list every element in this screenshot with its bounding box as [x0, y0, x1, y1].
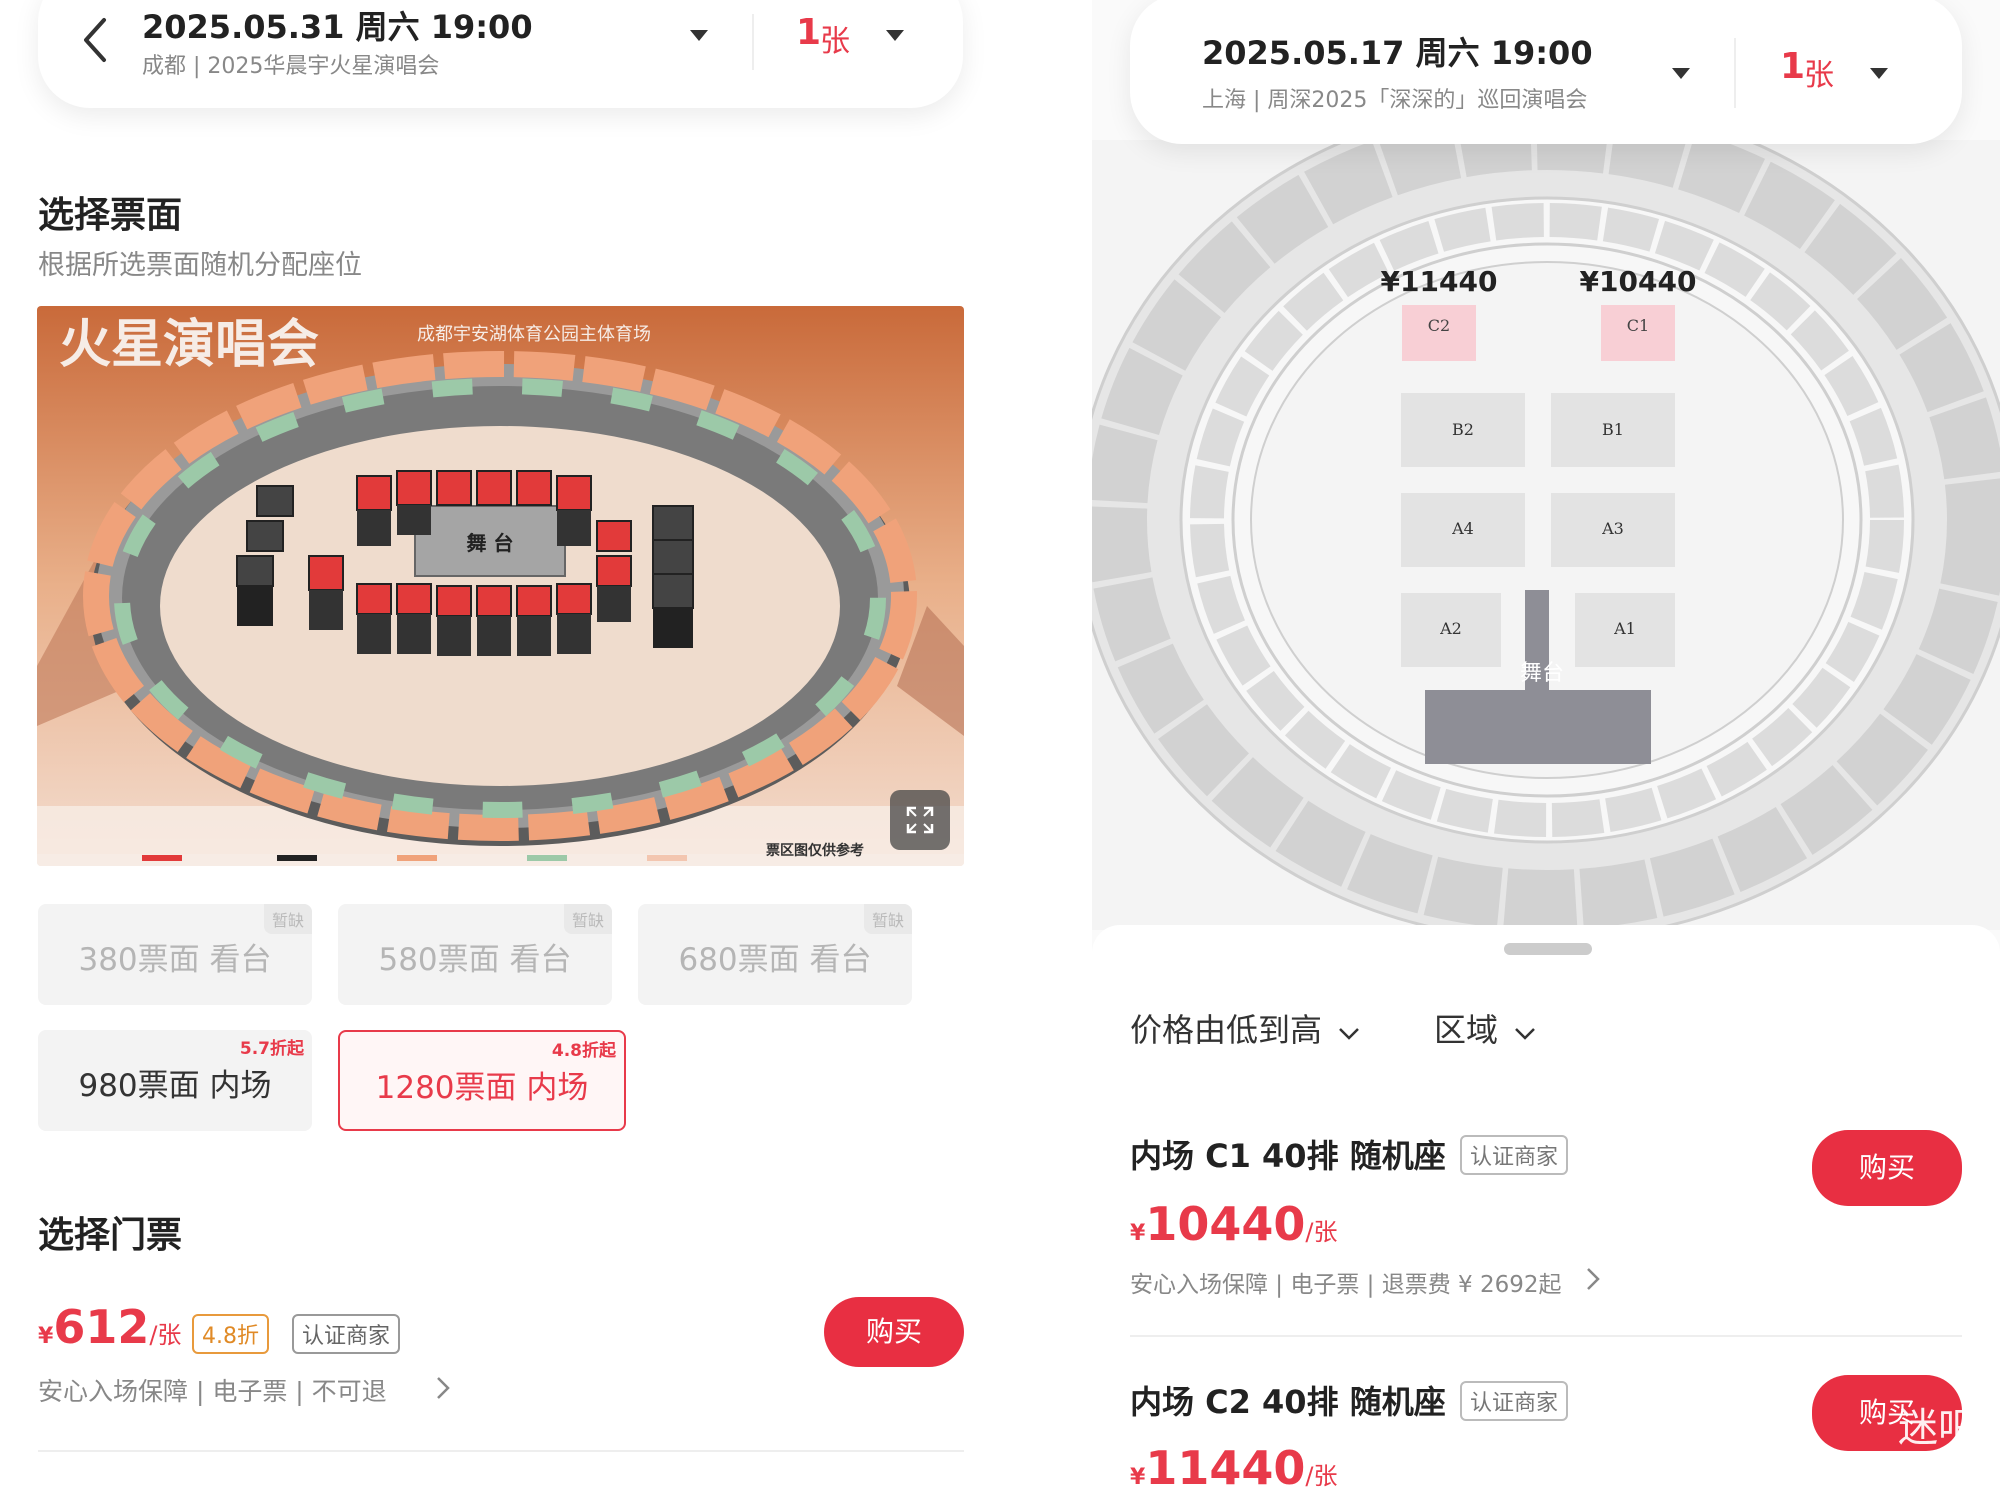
- face-label: 1280票面 内场: [375, 1070, 589, 1106]
- event-header-card[interactable]: 2025.05.31 周六 19:00 成都 | 2025华晨宇火星演唱会 1 …: [38, 0, 963, 108]
- currency-symbol: ¥: [38, 1324, 54, 1349]
- session-dropdown-icon[interactable]: [1672, 68, 1690, 79]
- face-label: 580票面 看台: [378, 942, 572, 978]
- price-unit: /张: [1305, 1462, 1338, 1490]
- watermark: 迷吧: [1898, 1405, 1978, 1451]
- ticket-price: ¥612/张: [38, 1300, 181, 1354]
- sold-out-tag: 暂缺: [863, 904, 912, 934]
- currency-symbol: ¥: [1130, 1465, 1146, 1490]
- stage-label: 舞台: [1520, 661, 1564, 686]
- seat-map-graphic: C2 C1 ¥11440 ¥10440 B2 B1 A4 A3 A2 A1 舞台: [1092, 140, 2000, 930]
- map-reference-note: 票区图仅供参考: [766, 843, 864, 859]
- face-980-button[interactable]: 980票面 内场 5.7折起: [38, 1030, 312, 1131]
- face-380-button[interactable]: 380票面 看台 暂缺: [38, 904, 312, 1005]
- chevron-right-icon[interactable]: [1586, 1267, 1600, 1291]
- list-divider: [38, 1450, 964, 1452]
- price-unit: /张: [149, 1321, 182, 1349]
- face-label: 380票面 看台: [78, 942, 272, 978]
- certified-merchant-badge: 认证商家: [1460, 1381, 1569, 1421]
- chevron-down-icon: [1515, 1028, 1536, 1040]
- event-venue: 成都 | 2025华晨宇火星演唱会: [142, 54, 440, 79]
- seat-map-graphic: 舞 台 火星演唱会 成都宇安湖体育公园主体育场: [37, 306, 964, 866]
- listing-meta: 安心入场保障 | 电子票 | 退票费 ¥ 2692起: [1130, 1272, 1562, 1298]
- listing-sheet: 价格由低到高 区域 内场 C1 40排 随机座 认证商家 购买 ¥10440/张…: [1092, 925, 2000, 1499]
- area-dropdown[interactable]: 区域: [1434, 1005, 1536, 1051]
- price-value: 11440: [1145, 1441, 1306, 1495]
- certified-merchant-badge: 认证商家: [292, 1314, 401, 1354]
- quantity-unit: 张: [1804, 58, 1834, 93]
- left-screenshot: 2025.05.31 周六 19:00 成都 | 2025华晨宇火星演唱会 1 …: [0, 0, 1000, 1499]
- currency-symbol: ¥: [1130, 1221, 1146, 1246]
- sold-out-tag: 暂缺: [263, 904, 312, 934]
- price-c2-label: ¥11440: [1381, 265, 1498, 298]
- select-face-subtitle: 根据所选票面随机分配座位: [38, 250, 362, 281]
- discount-tag: 5.7折起: [239, 1039, 304, 1059]
- sold-out-tag: 暂缺: [563, 904, 612, 934]
- sort-dropdown[interactable]: 价格由低到高: [1130, 1005, 1360, 1051]
- select-face-title: 选择票面: [38, 195, 183, 236]
- event-datetime: 2025.05.17 周六 19:00: [1202, 34, 1593, 72]
- quantity-value[interactable]: 1: [796, 12, 821, 53]
- quantity-value[interactable]: 1: [1780, 46, 1805, 87]
- event-header-card[interactable]: 2025.05.17 周六 19:00 上海 | 周深2025「深深的」巡回演唱…: [1130, 0, 1962, 144]
- listing-price: ¥10440/张: [1130, 1197, 1337, 1251]
- discount-badge: 4.8折: [192, 1314, 269, 1354]
- quantity-dropdown-icon[interactable]: [1870, 68, 1888, 79]
- header-divider: [752, 14, 754, 70]
- price-unit: /张: [1305, 1218, 1338, 1246]
- sheet-drag-handle[interactable]: [1504, 943, 1592, 955]
- block-c1-label: C1: [1627, 316, 1649, 335]
- chevron-right-icon[interactable]: [436, 1376, 450, 1400]
- map-banner-title: 火星演唱会: [59, 314, 319, 375]
- event-datetime: 2025.05.31 周六 19:00: [142, 8, 533, 46]
- list-divider: [1130, 1335, 1962, 1337]
- header-divider: [1734, 38, 1736, 108]
- block-a1-label: A1: [1613, 619, 1636, 638]
- chevron-down-icon: [1339, 1028, 1360, 1040]
- right-screenshot: C2 C1 ¥11440 ¥10440 B2 B1 A4 A3 A2 A1 舞台…: [1092, 0, 2000, 1499]
- block-a4-label: A4: [1451, 519, 1474, 538]
- session-dropdown-icon[interactable]: [690, 30, 708, 41]
- listing-title: 内场 C1 40排 随机座: [1130, 1137, 1446, 1175]
- map-banner-venue: 成都宇安湖体育公园主体育场: [417, 324, 651, 345]
- price-value: 10440: [1145, 1197, 1306, 1251]
- sort-label: 价格由低到高: [1130, 1011, 1323, 1049]
- event-venue: 上海 | 周深2025「深深的」巡回演唱会: [1202, 88, 1588, 113]
- quantity-unit: 张: [820, 24, 850, 59]
- block-c2-label: C2: [1428, 316, 1450, 335]
- price-c1-label: ¥10440: [1580, 265, 1697, 298]
- face-680-button[interactable]: 680票面 看台 暂缺: [638, 904, 912, 1005]
- face-label: 680票面 看台: [678, 942, 872, 978]
- select-ticket-title: 选择门票: [38, 1215, 183, 1256]
- block-a3-label: A3: [1601, 519, 1624, 538]
- discount-tag: 4.8折起: [551, 1041, 616, 1061]
- expand-icon: [906, 806, 934, 834]
- certified-merchant-badge: 认证商家: [1460, 1135, 1569, 1175]
- back-icon[interactable]: [80, 16, 110, 64]
- buy-button[interactable]: 购买: [824, 1297, 964, 1367]
- face-580-button[interactable]: 580票面 看台 暂缺: [338, 904, 612, 1005]
- face-label: 980票面 内场: [78, 1068, 272, 1104]
- listing-price: ¥11440/张: [1130, 1441, 1337, 1495]
- price-value: 612: [53, 1300, 150, 1354]
- buy-button[interactable]: 购买: [1812, 1130, 1962, 1206]
- quantity-dropdown-icon[interactable]: [886, 30, 904, 41]
- area-label: 区域: [1434, 1011, 1499, 1049]
- listing-title: 内场 C2 40排 随机座: [1130, 1383, 1446, 1421]
- block-b2-label: B2: [1452, 420, 1474, 439]
- block-a2-label: A2: [1439, 619, 1462, 638]
- seat-map-image[interactable]: C2 C1 ¥11440 ¥10440 B2 B1 A4 A3 A2 A1 舞台: [1092, 140, 2000, 930]
- expand-map-button[interactable]: [890, 790, 950, 850]
- map-stage-label: 舞 台: [467, 531, 514, 555]
- ticket-meta: 安心入场保障 | 电子票 | 不可退: [38, 1377, 387, 1406]
- seat-map-image[interactable]: 舞 台 火星演唱会 成都宇安湖体育公园主体育场 票区图仅供参考: [37, 306, 964, 866]
- block-b1-label: B1: [1602, 420, 1624, 439]
- face-1280-button[interactable]: 1280票面 内场 4.8折起: [338, 1030, 626, 1131]
